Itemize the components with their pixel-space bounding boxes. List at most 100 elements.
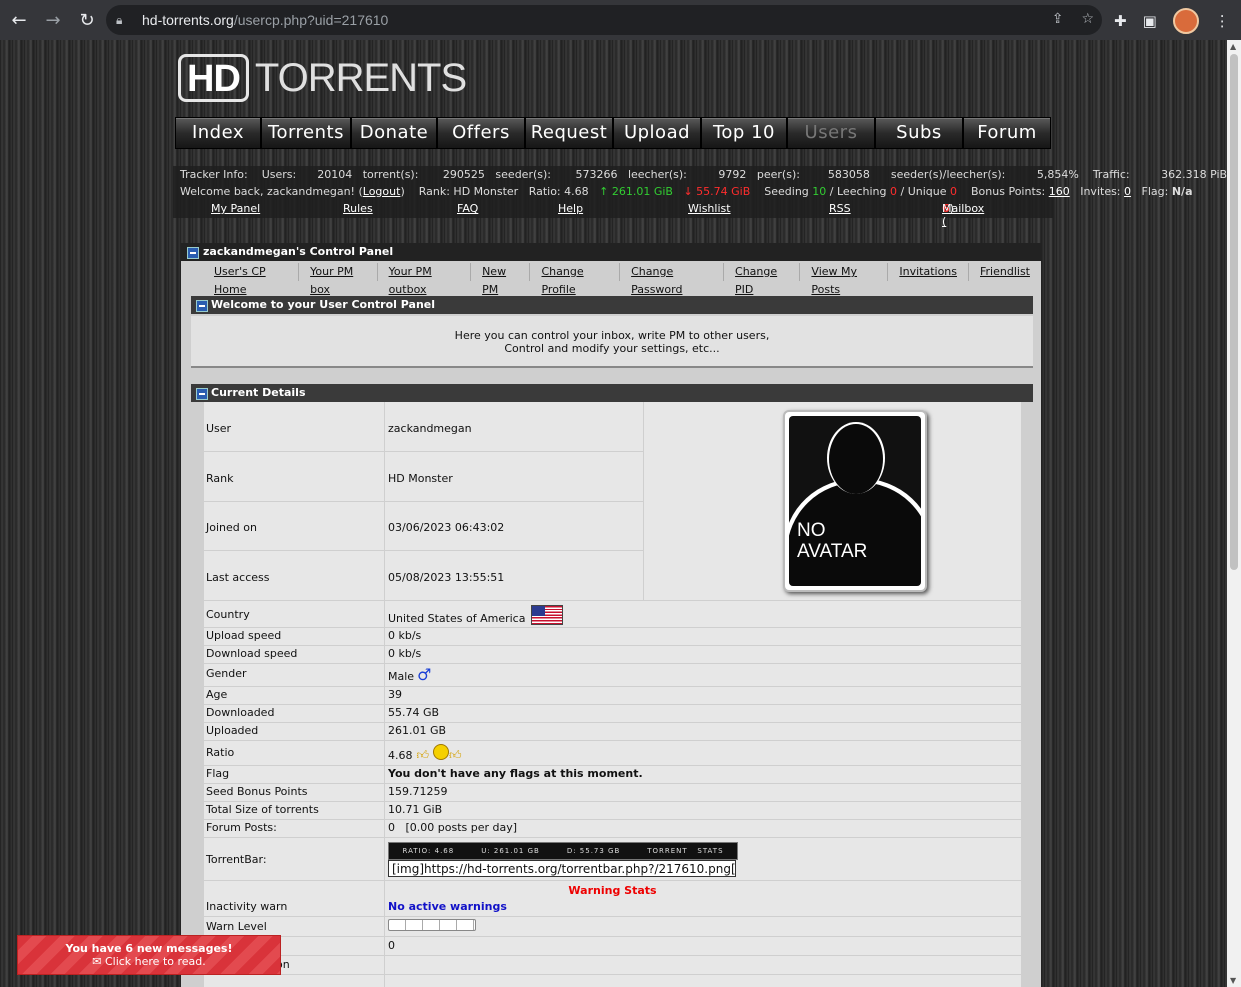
page-scrollbar[interactable]: ▲ ▼ (1227, 40, 1241, 987)
unique-label: / Unique (900, 185, 947, 198)
torrentbar-bbcode-field[interactable]: [img]https://hd-torrents.org/torrentbar.… (388, 860, 736, 877)
nav-offers[interactable]: Offers (437, 117, 525, 149)
nav-index[interactable]: Index (175, 117, 261, 149)
main-nav: Index Torrents Donate Offers Request Upl… (175, 117, 1051, 149)
joined-value: 03/06/2023 06:43:02 (388, 521, 505, 534)
inactivity-value: No active warnings (388, 900, 507, 913)
nav-subs[interactable]: Subs (875, 117, 963, 149)
link-wishlist[interactable]: Wishlist (688, 202, 731, 215)
nav-users[interactable]: Users (787, 117, 875, 149)
nav-forum[interactable]: Forum (963, 117, 1051, 149)
detail-row-download-speed: Download speed 0 kb/s (204, 646, 1021, 664)
tab-pm-box[interactable]: Your PM box (299, 263, 378, 296)
detail-row-user: User zackandmegan (204, 402, 643, 452)
sl-ratio: 5,854% (1036, 168, 1079, 181)
tab-cp-home[interactable]: User's CP Home (203, 263, 300, 296)
welcome-row: Welcome back, zackandmegan! (Logout) Ran… (180, 185, 1193, 198)
happy-smiley-icon (433, 744, 450, 760)
tab-new-pm[interactable]: New PM (471, 263, 531, 296)
detail-row-gender: Gender Male ♂ (204, 664, 1021, 687)
details-table: User zackandmegan Rank HD Monster Joined… (204, 402, 1021, 987)
detail-row-forum-posts: Forum Posts: 0 [0.00 posts per day] (204, 820, 1021, 838)
control-panel: zackandmegan's Control Panel User's CP H… (181, 243, 1041, 987)
link-my-panel[interactable]: My Panel (211, 202, 260, 215)
share-icon[interactable]: ⇪ (1052, 11, 1064, 27)
back-icon[interactable]: ← (4, 5, 34, 35)
nav-donate[interactable]: Donate (351, 117, 437, 149)
download-amount: ↓ 55.74 GiB (683, 185, 751, 198)
notification-link[interactable]: Click here to read. (105, 955, 206, 968)
detail-row-upload-speed: Upload speed 0 kb/s (204, 628, 1021, 646)
peers-count: 583058 (827, 168, 870, 181)
browser-toolbar: ← → ↻ 🔒︎ hd-torrents.org/usercp.php?uid=… (0, 0, 1241, 40)
download-speed-value: 0 kb/s (388, 647, 422, 660)
user-label: User (206, 422, 232, 435)
side-panel-icon[interactable]: ▣ (1143, 12, 1157, 30)
link-help[interactable]: Help (558, 202, 583, 215)
nav-upload[interactable]: Upload (613, 117, 701, 149)
scroll-down-icon[interactable]: ▼ (1230, 976, 1236, 985)
reload-icon[interactable]: ↻ (72, 5, 102, 35)
collapse-icon[interactable] (196, 300, 208, 312)
link-rules[interactable]: Rules (343, 202, 373, 215)
link-rss[interactable]: RSS (829, 202, 851, 215)
logout-link[interactable]: Logout (363, 185, 401, 198)
new-messages-notification[interactable]: You have 6 new messages! ✉ Click here to… (17, 935, 281, 975)
tab-change-profile[interactable]: Change Profile (530, 263, 621, 296)
detail-row-flag: Flag You don't have any flags at this mo… (204, 766, 1021, 784)
upload-speed-value: 0 kb/s (388, 629, 422, 642)
leeching-label: / Leeching (829, 185, 887, 198)
warn-level-bar (388, 919, 476, 931)
menu-icon[interactable]: ⋮ (1215, 12, 1230, 30)
lock-icon: 🔒︎ (116, 12, 123, 27)
downloaded-label: Downloaded (206, 706, 275, 719)
profile-avatar[interactable] (1172, 8, 1199, 34)
torrentbar-image: RATIO: 4.68 U: 261.01 GB D: 55.73 GB TOR… (388, 842, 738, 860)
tab-invitations[interactable]: Invitations (888, 263, 969, 281)
forward-icon[interactable]: → (38, 5, 68, 35)
detail-row-joined: Joined on 03/06/2023 06:43:02 (204, 502, 643, 551)
invites-link[interactable]: 0 (1124, 185, 1131, 198)
collapse-icon[interactable] (196, 388, 208, 400)
last-access-label: Last access (206, 571, 270, 584)
ratio-text: Ratio: 4.68 (528, 185, 589, 198)
envelope-icon: ✉ (92, 955, 102, 968)
uploaded-label: Uploaded (206, 724, 259, 737)
tab-pm-outbox[interactable]: Your PM outbox (378, 263, 472, 296)
users-label: Users: (261, 168, 297, 181)
total-size-value: 10.71 GiB (388, 803, 443, 816)
mailbox-close: ) (949, 202, 954, 215)
nav-torrents[interactable]: Torrents (261, 117, 351, 149)
detail-row-ratio: Ratio 4.68 👍︎ 👍︎ (204, 741, 1021, 766)
download-speed-label: Download speed (206, 647, 298, 660)
ratio-value: 4.68 (388, 749, 413, 762)
leeching-count: 0 (890, 185, 897, 198)
bonus-label: Bonus Points: (971, 185, 1046, 198)
bookmark-star-icon[interactable]: ☆ (1081, 11, 1094, 27)
warn-level-label: Warn Level (206, 920, 267, 933)
tab-change-password[interactable]: Change Password (620, 263, 725, 296)
nav-top10[interactable]: Top 10 (701, 117, 787, 149)
site-logo[interactable]: HD TORRENTS (178, 54, 467, 102)
link-faq[interactable]: FAQ (457, 202, 478, 215)
tab-friendlist[interactable]: Friendlist (969, 263, 1041, 281)
tab-view-posts[interactable]: View My Posts (800, 263, 889, 296)
address-bar[interactable]: 🔒︎ hd-torrents.org/usercp.php?uid=217610… (106, 5, 1102, 35)
avatar-text-avatar: AVATAR (797, 541, 868, 562)
link-mailbox[interactable]: Mailbox (6) (942, 202, 984, 228)
scroll-up-icon[interactable]: ▲ (1230, 42, 1236, 51)
panel-title: zackandmegan's Control Panel (203, 245, 394, 258)
rank-label: Rank (206, 472, 234, 485)
last-access-value: 05/08/2023 13:55:51 (388, 571, 505, 584)
nav-request[interactable]: Request (525, 117, 613, 149)
collapse-icon[interactable] (187, 247, 199, 259)
detail-row-rank: Rank HD Monster (204, 452, 643, 502)
leechers-count: 9792 (718, 168, 747, 181)
avatar-text-no: NO (797, 520, 826, 541)
scroll-thumb[interactable] (1230, 54, 1238, 570)
details-section-title: Current Details (211, 386, 306, 399)
welcome-line1: Here you can control your inbox, write P… (454, 329, 770, 342)
extensions-icon[interactable]: ✚ (1114, 12, 1127, 30)
tab-change-pid[interactable]: Change PID (724, 263, 801, 296)
bonus-link[interactable]: 160 (1049, 185, 1070, 198)
